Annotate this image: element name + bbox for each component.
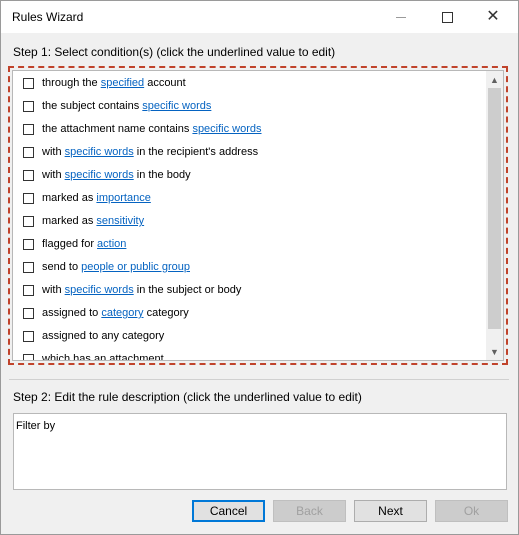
condition-text: marked as importance bbox=[42, 192, 151, 204]
condition-text-post: in the body bbox=[133, 169, 191, 181]
condition-text: which has an attachment bbox=[42, 353, 164, 361]
condition-text-pre: with bbox=[42, 284, 65, 296]
ok-button[interactable]: Ok bbox=[435, 500, 508, 522]
condition-value-link[interactable]: sensitivity bbox=[96, 215, 144, 227]
condition-text: flagged for action bbox=[42, 238, 126, 250]
condition-row[interactable]: with specific words in the subject or bo… bbox=[13, 279, 483, 301]
window-title: Rules Wizard bbox=[12, 10, 84, 24]
condition-checkbox[interactable] bbox=[23, 307, 34, 319]
rule-description-box[interactable]: Filter by bbox=[13, 413, 507, 490]
condition-checkbox[interactable] bbox=[23, 169, 34, 181]
close-icon: ✕ bbox=[486, 8, 500, 25]
condition-checkbox[interactable] bbox=[23, 123, 34, 135]
condition-checkbox[interactable] bbox=[23, 192, 34, 204]
condition-value-link[interactable]: specific words bbox=[192, 123, 261, 135]
condition-checkbox[interactable] bbox=[23, 238, 34, 250]
conditions-highlight: through the specified account the subject… bbox=[8, 66, 508, 365]
condition-checkbox[interactable] bbox=[23, 353, 34, 360]
condition-text-pre: the subject contains bbox=[42, 100, 143, 112]
condition-checkbox[interactable] bbox=[23, 215, 34, 227]
rules-wizard-window: Rules Wizard ✕ Step 1: Select condition(… bbox=[0, 0, 519, 535]
scroll-thumb[interactable] bbox=[488, 88, 501, 329]
condition-row[interactable]: through the specified account bbox=[13, 72, 483, 94]
separator bbox=[9, 379, 509, 380]
condition-row[interactable]: marked as importance bbox=[13, 187, 483, 209]
condition-row[interactable]: marked as sensitivity bbox=[13, 210, 483, 232]
condition-text: assigned to category category bbox=[42, 307, 189, 319]
title-bar: Rules Wizard ✕ bbox=[1, 1, 518, 33]
condition-text-post: account bbox=[144, 77, 186, 89]
condition-text-pre: send to bbox=[42, 261, 82, 273]
maximize-button[interactable] bbox=[424, 1, 470, 33]
minimize-button[interactable] bbox=[378, 1, 424, 33]
condition-checkbox[interactable] bbox=[23, 330, 34, 342]
condition-text: assigned to any category bbox=[42, 330, 164, 342]
condition-row[interactable]: flagged for action bbox=[13, 233, 483, 255]
scroll-down-icon[interactable]: ▼ bbox=[486, 343, 503, 360]
minimize-icon bbox=[396, 16, 406, 18]
condition-row[interactable]: the attachment name contains specific wo… bbox=[13, 118, 483, 140]
condition-text-pre: which has an attachment bbox=[42, 353, 164, 361]
condition-value-link[interactable]: specified bbox=[101, 77, 144, 89]
condition-text-post: in the subject or body bbox=[133, 284, 242, 296]
scroll-up-icon[interactable]: ▲ bbox=[486, 71, 503, 88]
condition-text: with specific words in the subject or bo… bbox=[42, 284, 241, 296]
condition-text-pre: marked as bbox=[42, 192, 97, 204]
condition-text: through the specified account bbox=[42, 77, 186, 89]
vertical-scrollbar[interactable]: ▲ ▼ bbox=[486, 71, 503, 360]
condition-text-pre: the attachment name contains bbox=[42, 123, 193, 135]
condition-text-pre: with bbox=[42, 169, 65, 181]
condition-text: with specific words in the recipient's a… bbox=[42, 146, 258, 158]
condition-value-link[interactable]: specific words bbox=[65, 146, 134, 158]
condition-text: with specific words in the body bbox=[42, 169, 191, 181]
condition-text: marked as sensitivity bbox=[42, 215, 144, 227]
condition-row[interactable]: the subject contains specific words bbox=[13, 95, 483, 117]
condition-row[interactable]: with specific words in the recipient's a… bbox=[13, 141, 483, 163]
condition-checkbox[interactable] bbox=[23, 100, 34, 112]
condition-value-link[interactable]: specific words bbox=[142, 100, 211, 112]
back-button[interactable]: Back bbox=[273, 500, 346, 522]
rule-description-text: Filter by bbox=[16, 420, 56, 432]
condition-text-post: in the recipient's address bbox=[133, 146, 259, 158]
condition-row[interactable]: with specific words in the body bbox=[13, 164, 483, 186]
condition-value-link[interactable]: people or public group bbox=[81, 261, 190, 273]
condition-row[interactable]: assigned to any category bbox=[13, 325, 483, 347]
condition-row[interactable]: send to people or public group bbox=[13, 256, 483, 278]
cancel-button[interactable]: Cancel bbox=[192, 500, 265, 522]
condition-value-link[interactable]: specific words bbox=[65, 284, 134, 296]
condition-value-link[interactable]: action bbox=[97, 238, 126, 250]
condition-text-pre: flagged for bbox=[42, 238, 98, 250]
condition-text-pre: through the bbox=[42, 77, 101, 89]
condition-row[interactable]: which has an attachment bbox=[13, 348, 483, 361]
condition-value-link[interactable]: specific words bbox=[65, 169, 134, 181]
condition-row[interactable]: assigned to category category bbox=[13, 302, 483, 324]
condition-text-pre: with bbox=[42, 146, 65, 158]
next-button[interactable]: Next bbox=[354, 500, 427, 522]
step2-label: Step 2: Edit the rule description (click… bbox=[13, 390, 362, 404]
condition-checkbox[interactable] bbox=[23, 261, 34, 273]
condition-text: the attachment name contains specific wo… bbox=[42, 123, 262, 135]
condition-value-link[interactable]: importance bbox=[96, 192, 150, 204]
maximize-icon bbox=[441, 11, 453, 23]
condition-text: send to people or public group bbox=[42, 261, 190, 273]
condition-text-post: category bbox=[143, 307, 189, 319]
condition-text-pre: assigned to any category bbox=[42, 330, 165, 342]
condition-value-link[interactable]: category bbox=[101, 307, 143, 319]
step1-label: Step 1: Select condition(s) (click the u… bbox=[13, 45, 336, 59]
condition-text-pre: assigned to bbox=[42, 307, 102, 319]
condition-checkbox[interactable] bbox=[23, 284, 34, 296]
close-button[interactable]: ✕ bbox=[470, 1, 516, 33]
condition-checkbox[interactable] bbox=[23, 77, 34, 89]
condition-checkbox[interactable] bbox=[23, 146, 34, 158]
conditions-list[interactable]: through the specified account the subject… bbox=[12, 70, 504, 361]
condition-text-pre: marked as bbox=[42, 215, 97, 227]
condition-text: the subject contains specific words bbox=[42, 100, 211, 112]
